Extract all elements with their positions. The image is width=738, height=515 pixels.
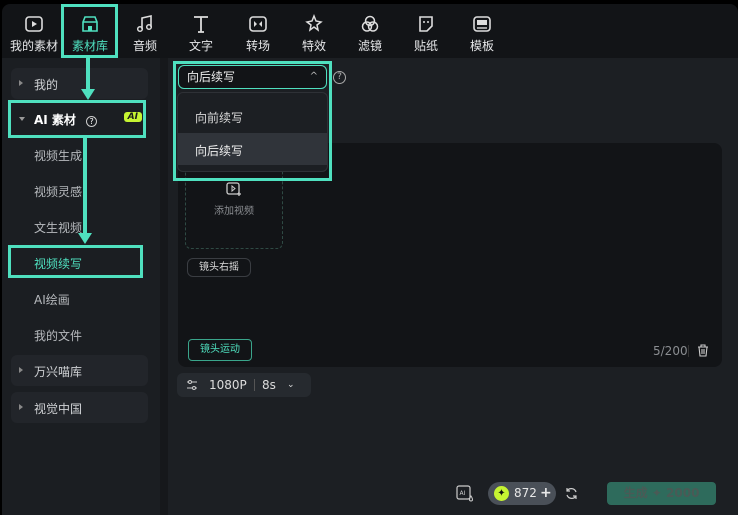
filter-icon: [361, 15, 379, 32]
tab-sticker[interactable]: 贴纸: [396, 14, 456, 54]
highlight-dropdown: [173, 61, 332, 181]
caret-right-icon: [19, 367, 23, 373]
help-icon[interactable]: ?: [333, 71, 346, 84]
my-media-icon: [25, 16, 43, 32]
ai-watermark-icon[interactable]: AI: [456, 485, 474, 503]
tab-template[interactable]: 模板: [452, 14, 512, 54]
camera-motion-button[interactable]: 镜头运动: [188, 339, 252, 361]
trash-icon[interactable]: [697, 344, 709, 357]
svg-text:AI: AI: [460, 490, 466, 497]
template-icon: [473, 16, 491, 32]
annotation-arrowhead: [78, 233, 92, 244]
divider: [254, 379, 255, 391]
tab-text[interactable]: 文字: [171, 14, 231, 54]
credits-value: 872: [514, 486, 537, 500]
camera-tag[interactable]: 镜头右摇: [187, 258, 251, 277]
highlight-ai-group: [8, 100, 146, 138]
duration-value: 8s: [262, 378, 276, 392]
char-count: 5/200: [653, 344, 688, 358]
caret-right-icon: [19, 404, 23, 410]
transition-icon: [249, 16, 267, 32]
divider: [160, 58, 168, 515]
sidebar-item-video-inspiration[interactable]: 视频灵感: [34, 183, 82, 200]
caret-right-icon: [19, 80, 23, 86]
sliders-icon: [187, 380, 197, 390]
chevron-down-icon: ⌄: [287, 380, 295, 390]
divider: [688, 345, 689, 357]
sidebar-item-text-to-video[interactable]: 文生视频: [34, 219, 82, 236]
resolution-value: 1080P: [209, 378, 247, 392]
annotation-arrowhead: [81, 89, 95, 100]
credits-icon: ✦: [494, 486, 509, 501]
add-credits-icon[interactable]: +: [540, 482, 552, 505]
sidebar-group-mine[interactable]: 我的: [11, 68, 148, 99]
tab-filter[interactable]: 滤镜: [340, 14, 400, 54]
text-icon: [194, 16, 208, 33]
tab-my-media[interactable]: 我的素材: [4, 14, 64, 54]
annotation-arrow: [83, 137, 87, 235]
generate-button[interactable]: 生成 ✦ 2000: [607, 482, 716, 505]
highlight-video-continue: [8, 245, 143, 278]
highlight-store-tab: [61, 4, 118, 58]
annotation-arrow: [86, 57, 90, 92]
music-icon: [136, 15, 153, 33]
video-settings[interactable]: 1080P 8s ⌄: [177, 373, 311, 397]
tab-audio[interactable]: 音频: [115, 14, 175, 54]
tab-effects[interactable]: 特效: [284, 14, 344, 54]
add-video-icon: [226, 182, 241, 196]
tab-transition[interactable]: 转场: [228, 14, 288, 54]
effects-icon: [305, 14, 323, 32]
sparkle-icon: ✦: [651, 486, 662, 500]
sidebar-item-video-gen[interactable]: 视频生成: [34, 147, 82, 164]
sidebar-group-visual-china[interactable]: 视觉中国: [11, 392, 148, 423]
sidebar-item-ai-painting[interactable]: AI绘画: [34, 291, 70, 308]
sidebar-item-my-files[interactable]: 我的文件: [34, 327, 82, 344]
sidebar-group-wanxing[interactable]: 万兴喵库: [11, 355, 148, 386]
refresh-icon[interactable]: [565, 487, 578, 500]
credits-badge[interactable]: ✦ 872 +: [488, 482, 556, 505]
sticker-icon: [419, 16, 433, 32]
